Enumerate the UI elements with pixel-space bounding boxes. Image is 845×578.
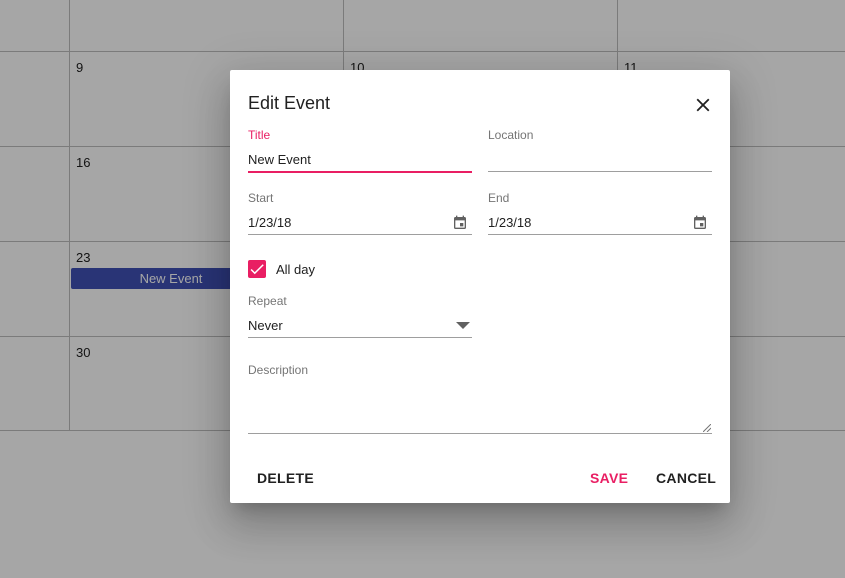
location-label: Location (488, 128, 534, 142)
repeat-field: Repeat Never (248, 294, 472, 338)
calendar-icon[interactable] (692, 215, 708, 231)
repeat-label: Repeat (248, 294, 287, 308)
resize-handle-icon[interactable] (703, 424, 711, 432)
repeat-value: Never (248, 318, 283, 333)
end-label: End (488, 191, 510, 205)
cancel-button[interactable]: CANCEL (656, 470, 716, 486)
location-input[interactable] (488, 149, 712, 172)
save-button[interactable]: SAVE (590, 470, 628, 486)
dropdown-arrow-icon[interactable] (456, 321, 470, 331)
start-date-value: 1/23/18 (248, 215, 292, 230)
calendar-icon[interactable] (452, 215, 468, 231)
edit-event-dialog: Edit Event Title New Event Location Star… (230, 70, 730, 503)
delete-button[interactable]: DELETE (257, 470, 314, 486)
end-date-input[interactable]: 1/23/18 (488, 212, 712, 235)
repeat-select[interactable]: Never (248, 315, 472, 338)
title-label: Title (248, 128, 271, 142)
title-field: Title New Event (248, 128, 472, 173)
description-label: Description (248, 363, 309, 377)
all-day-row: All day (248, 260, 315, 278)
title-input[interactable]: New Event (248, 149, 472, 173)
dialog-title: Edit Event (248, 93, 331, 113)
description-field: Description (248, 363, 712, 434)
all-day-label: All day (276, 261, 316, 277)
start-label: Start (248, 191, 274, 205)
all-day-checkbox[interactable] (248, 260, 266, 278)
location-field: Location (488, 128, 712, 172)
checkmark-icon (250, 264, 264, 275)
start-date-input[interactable]: 1/23/18 (248, 212, 472, 235)
start-date-field: Start 1/23/18 (248, 191, 472, 235)
close-button[interactable] (692, 94, 714, 116)
end-date-field: End 1/23/18 (488, 191, 712, 235)
description-textarea[interactable] (248, 385, 712, 434)
end-date-value: 1/23/18 (488, 215, 532, 230)
close-icon (696, 98, 710, 112)
